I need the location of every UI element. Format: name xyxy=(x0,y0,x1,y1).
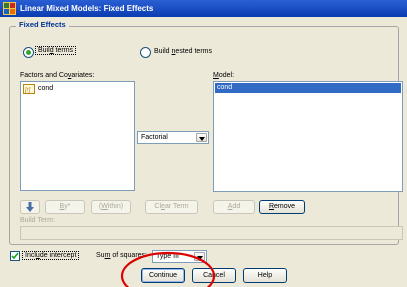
include-intercept-label: Include intercept xyxy=(22,251,80,260)
factors-covariates-label: Factors and Covariates: xyxy=(20,72,95,79)
remove-button[interactable]: Remove xyxy=(259,200,305,214)
factorial-dropdown[interactable]: Factorial xyxy=(137,131,209,144)
move-down-button[interactable] xyxy=(20,200,40,214)
cancel-button[interactable]: Cancel xyxy=(192,268,236,283)
list-item[interactable]: [r] cond xyxy=(23,84,83,94)
model-label: Model: xyxy=(213,72,235,79)
build-term-field[interactable] xyxy=(20,226,403,240)
continue-button[interactable]: Continue xyxy=(141,268,185,283)
clear-term-button[interactable]: Clear Term xyxy=(145,200,198,214)
build-terms-radio[interactable] xyxy=(23,47,34,58)
include-intercept-checkbox[interactable] xyxy=(10,251,20,261)
build-term-label: Build Term: xyxy=(20,217,55,224)
checkmark-icon xyxy=(11,252,19,260)
fixed-effects-legend: Fixed Effects xyxy=(16,20,69,29)
window-title: Linear Mixed Models: Fixed Effects xyxy=(20,4,154,13)
within-button[interactable]: (Within) xyxy=(91,200,131,214)
chevron-down-icon xyxy=(194,252,205,261)
sum-of-squares-label: Sum of squares: xyxy=(96,252,147,259)
build-nested-terms-label: Build nested terms xyxy=(154,48,212,55)
scale-variable-icon: [r] xyxy=(23,84,35,94)
arrow-down-icon xyxy=(26,202,34,212)
title-bar: Linear Mixed Models: Fixed Effects xyxy=(0,0,407,17)
build-nested-terms-radio[interactable] xyxy=(140,47,151,58)
factors-covariates-list[interactable]: [r] cond xyxy=(20,81,135,191)
model-list[interactable]: cond xyxy=(213,81,403,192)
spss-app-icon xyxy=(3,2,16,15)
add-button[interactable]: Add xyxy=(213,200,255,214)
list-item[interactable]: cond xyxy=(215,83,401,93)
build-terms-label: Build terms xyxy=(35,46,77,55)
chevron-down-icon xyxy=(196,133,207,142)
by-button[interactable]: By* xyxy=(45,200,85,214)
sum-of-squares-dropdown[interactable]: Type III xyxy=(152,250,207,263)
svg-text:[r]: [r] xyxy=(24,88,31,94)
help-button[interactable]: Help xyxy=(243,268,287,283)
